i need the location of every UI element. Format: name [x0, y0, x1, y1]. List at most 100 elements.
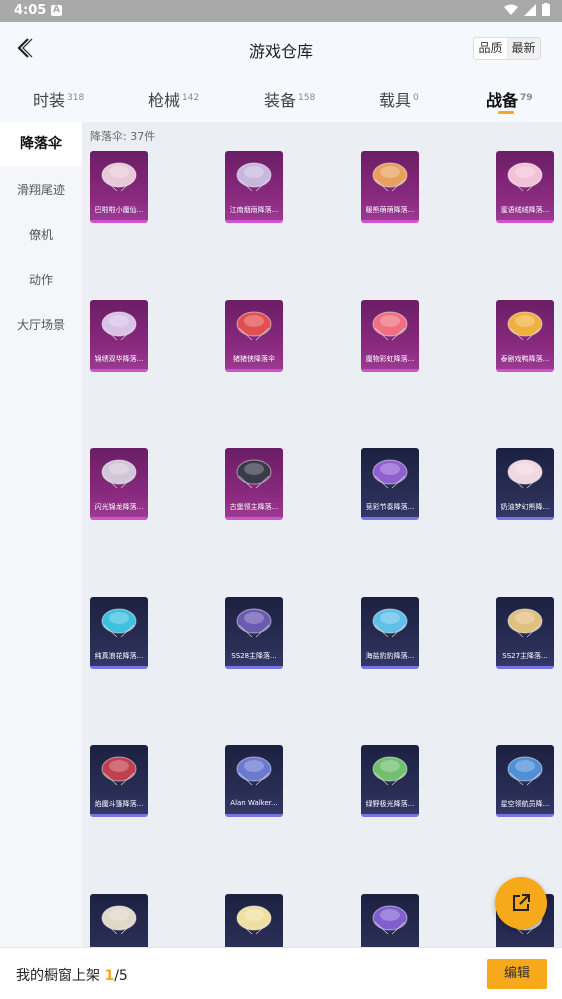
tab-count: 0: [413, 93, 419, 103]
parachute-item-card[interactable]: 蜜语绒绒降落...: [496, 151, 554, 223]
tab-label: 装备: [264, 91, 297, 110]
parachute-icon: [101, 162, 137, 192]
item-name: 奶油梦幻熊降...: [500, 503, 550, 511]
item-name: 闪光锦龙降落...: [94, 503, 144, 511]
parachute-icon: [507, 756, 543, 786]
showcase-total: /5: [114, 968, 128, 984]
parachute-icon: [372, 311, 408, 341]
parachute-item-card[interactable]: 星空领航员降...: [496, 745, 554, 817]
item-name: 猪猪侠降落伞: [233, 355, 275, 363]
item-name: 绿野极光降落...: [365, 800, 415, 808]
parachute-item-card[interactable]: 锦绣双华降落...: [90, 300, 148, 372]
parachute-item-card[interactable]: [90, 894, 148, 947]
item-name: 巴啦啦小魔仙...: [94, 206, 144, 214]
parachute-icon: [236, 162, 272, 192]
parachute-item-card[interactable]: 海盐豹豹降落...: [361, 597, 419, 669]
item-name: Alan Walker...: [230, 799, 278, 807]
sidebar-item-lobby-scene[interactable]: 大厅场景: [0, 316, 82, 333]
tab-equipment[interactable]: 装备 158: [264, 87, 315, 111]
tab-label: 时装: [33, 91, 66, 110]
parachute-item-card[interactable]: SS28主降落...: [225, 597, 283, 669]
parachute-icon: [101, 311, 137, 341]
parachute-icon: [372, 756, 408, 786]
parachute-item-card[interactable]: SS27主降落...: [496, 597, 554, 669]
parachute-icon: [372, 162, 408, 192]
parachute-item-card[interactable]: 魔物彩虹降落...: [361, 300, 419, 372]
sidebar-item-emote[interactable]: 动作: [0, 271, 82, 288]
parachute-icon: [507, 311, 543, 341]
item-name: 泰剧戏鸭降落...: [500, 355, 550, 363]
active-tab-indicator: [498, 111, 514, 114]
tab-label: 战备: [486, 91, 519, 110]
parachute-item-card[interactable]: 闪光锦龙降落...: [90, 448, 148, 520]
parachute-item-card[interactable]: [361, 894, 419, 947]
item-name: 竞彩节奏降落...: [365, 503, 415, 511]
parachute-icon: [507, 608, 543, 638]
parachute-icon: [507, 459, 543, 489]
parachute-icon: [372, 459, 408, 489]
item-name: 焰魔斗篷降落...: [94, 800, 144, 808]
app-header: 游戏仓库 品质 最新: [0, 22, 562, 76]
item-name: SS27主降落...: [502, 652, 548, 660]
parachute-icon: [101, 905, 137, 935]
parachute-icon: [507, 162, 543, 192]
tab-weapons[interactable]: 枪械 142: [148, 87, 199, 111]
tab-vehicles[interactable]: 载具 0: [379, 87, 419, 111]
sidebar-item-wingman[interactable]: 僚机: [0, 226, 82, 243]
item-name: 蜜语绒绒降落...: [500, 206, 550, 214]
parachute-item-card[interactable]: 猪猪侠降落伞: [225, 300, 283, 372]
parachute-icon: [236, 756, 272, 786]
item-name: 古堡领主降落...: [229, 503, 279, 511]
parachute-item-card[interactable]: 竞彩节奏降落...: [361, 448, 419, 520]
parachute-item-card[interactable]: 暖熊萌萌降落...: [361, 151, 419, 223]
sidebar-item-parachute[interactable]: 降落伞: [0, 122, 82, 166]
item-name: 锦绣双华降落...: [94, 355, 144, 363]
tab-count: 158: [298, 93, 316, 103]
battery-icon: [542, 3, 550, 16]
parachute-icon: [236, 905, 272, 935]
item-name: 纯真浪花降落...: [94, 652, 144, 660]
edit-button[interactable]: 编辑: [487, 959, 547, 989]
parachute-item-card[interactable]: 巴啦啦小魔仙...: [90, 151, 148, 223]
item-count-label: 降落伞: 37件: [90, 130, 156, 143]
tab-label: 枪械: [148, 91, 181, 110]
item-grid: 降落伞: 37件 巴啦啦小魔仙... 江南烟雨降落... 暖熊萌萌降落... 蜜语绒绒…: [82, 122, 562, 947]
wifi-icon: [504, 4, 518, 15]
tab-count: 142: [182, 93, 200, 103]
parachute-item-card[interactable]: Alan Walker...: [225, 745, 283, 817]
parachute-icon: [101, 756, 137, 786]
sidebar: 降落伞 滑翔尾迹 僚机 动作 大厅场景: [0, 122, 82, 947]
tab-count: 318: [67, 93, 85, 103]
parachute-item-card[interactable]: 古堡领主降落...: [225, 448, 283, 520]
category-tabs: 时装 318 枪械 142 装备 158 载具 0 战备 79: [0, 76, 562, 122]
parachute-icon: [372, 905, 408, 935]
parachute-icon: [101, 608, 137, 638]
parachute-item-card[interactable]: 焰魔斗篷降落...: [90, 745, 148, 817]
signal-icon: [524, 3, 536, 16]
parachute-item-card[interactable]: 绿野极光降落...: [361, 745, 419, 817]
status-bar: 4:05 A: [0, 0, 562, 22]
parachute-icon: [236, 311, 272, 341]
bottom-bar: 我的橱窗上架 1/5 编辑: [0, 947, 562, 999]
sort-toggle[interactable]: 品质 最新: [473, 37, 541, 60]
sort-quality-button[interactable]: 品质: [474, 38, 507, 59]
item-name: 星空领航员降...: [500, 800, 550, 808]
parachute-icon: [101, 459, 137, 489]
showcase-label: 我的橱窗上架 1/5: [16, 965, 128, 985]
tab-fashion[interactable]: 时装 318: [33, 87, 84, 111]
tab-count: 79: [520, 93, 533, 103]
parachute-item-card[interactable]: [225, 894, 283, 947]
status-time: 4:05: [14, 3, 47, 18]
parachute-item-card[interactable]: 江南烟雨降落...: [225, 151, 283, 223]
share-icon: [513, 894, 530, 911]
parachute-icon: [372, 608, 408, 638]
parachute-item-card[interactable]: 奶油梦幻熊降...: [496, 448, 554, 520]
parachute-item-card[interactable]: 纯真浪花降落...: [90, 597, 148, 669]
sidebar-item-glide-trail[interactable]: 滑翔尾迹: [0, 181, 82, 198]
sort-newest-button[interactable]: 最新: [507, 38, 540, 59]
notification-icon: A: [51, 5, 62, 16]
item-name: SS28主降落...: [231, 652, 277, 660]
parachute-item-card[interactable]: 泰剧戏鸭降落...: [496, 300, 554, 372]
tab-battle-prep[interactable]: 战备 79: [486, 87, 533, 114]
share-button[interactable]: [495, 877, 547, 929]
